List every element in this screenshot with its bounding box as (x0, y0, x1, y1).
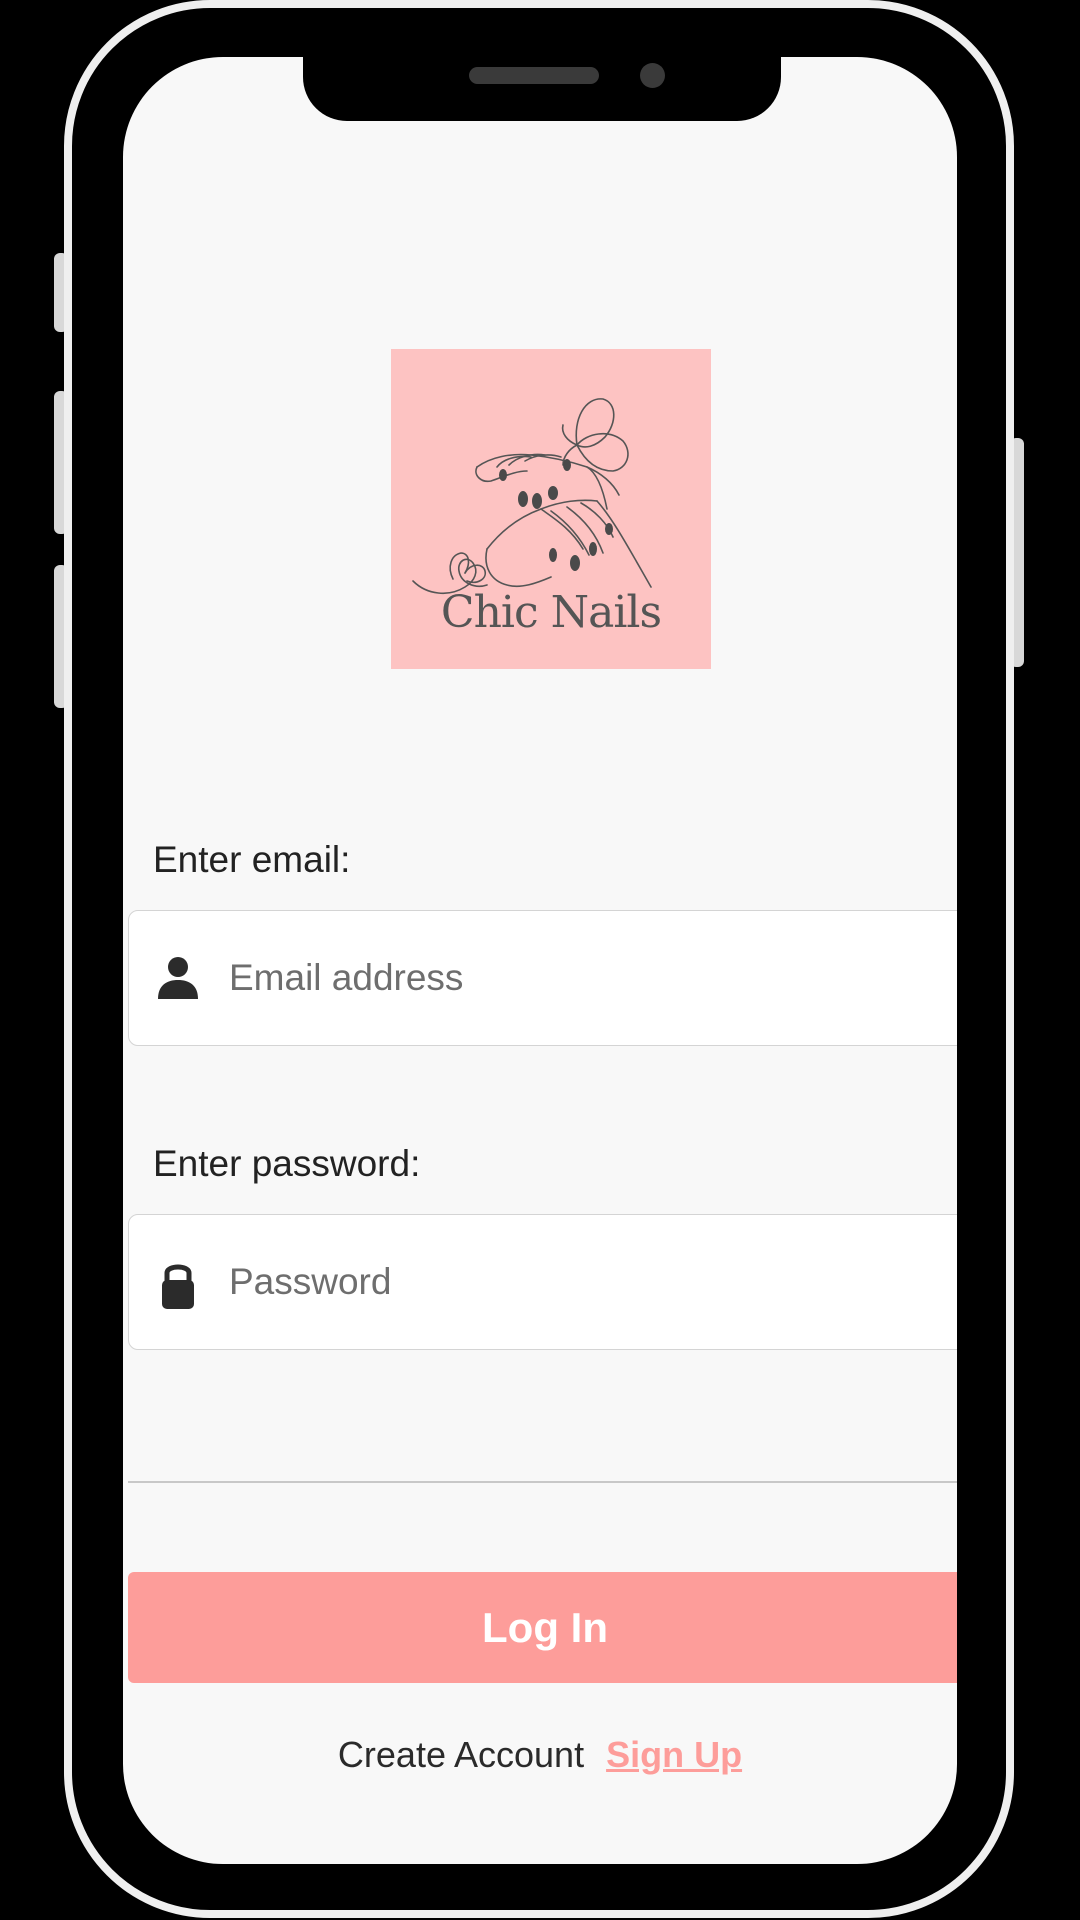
create-account-text: Create Account (337, 1734, 585, 1775)
notch (303, 57, 781, 121)
stage: Chic Nails Enter email: Enter password: … (0, 0, 1080, 1920)
create-account-row: Create Account Sign Up (123, 1734, 957, 1776)
speaker-grille (469, 67, 599, 84)
email-label: Enter email: (153, 839, 351, 880)
front-camera (640, 63, 665, 88)
email-input[interactable] (229, 911, 929, 1045)
divider (128, 1481, 957, 1483)
person-icon (158, 957, 198, 999)
password-input[interactable] (229, 1215, 929, 1349)
login-button[interactable]: Log In (128, 1572, 957, 1683)
brand-logo: Chic Nails (391, 349, 711, 669)
email-field[interactable] (128, 910, 957, 1046)
lock-icon (162, 1264, 194, 1309)
password-field[interactable] (128, 1214, 957, 1350)
phone-screen: Chic Nails Enter email: Enter password: … (123, 57, 957, 1864)
password-label: Enter password: (153, 1143, 421, 1184)
logo-wordmark: Chic Nails (440, 587, 662, 638)
sign-up-link[interactable]: Sign Up (606, 1734, 742, 1775)
